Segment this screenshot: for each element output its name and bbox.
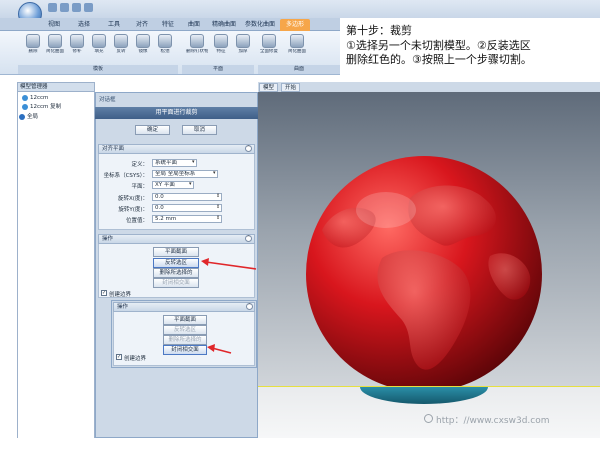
save-icon[interactable] bbox=[48, 3, 57, 12]
full-repair-icon bbox=[262, 34, 276, 48]
watermark-url: http：//www.cxsw3d.com bbox=[436, 416, 550, 426]
delete-selected-button[interactable]: 删除所选择的 bbox=[163, 335, 207, 345]
field-label: 位置值： bbox=[125, 218, 148, 224]
ribbon-group-plane: 平面 bbox=[182, 65, 254, 74]
full-repair-tool[interactable]: 全面修复 bbox=[258, 34, 280, 64]
dropdown-icon[interactable] bbox=[84, 3, 93, 12]
tab-polygons[interactable]: 多边形 bbox=[280, 19, 310, 31]
tree-item-global[interactable]: 全局 bbox=[19, 113, 38, 121]
tutorial-step-line: 删除红色的。③按照上一个步骤切割。 bbox=[346, 53, 532, 66]
delete-tool[interactable]: 删除 bbox=[22, 34, 44, 64]
create-border-label: 创建边界 bbox=[109, 292, 132, 298]
stepper-icon[interactable]: ⇕ bbox=[216, 215, 220, 221]
globe-model[interactable] bbox=[290, 140, 560, 390]
chevron-down-icon: ▾ bbox=[213, 170, 216, 176]
model-icon bbox=[22, 94, 28, 101]
watermark-logo-icon bbox=[424, 414, 433, 423]
invert-selection-button[interactable]: 反转选区 bbox=[163, 325, 207, 335]
create-border-checkbox[interactable]: ✓ bbox=[116, 354, 122, 360]
rotate-y-input[interactable]: 0.0 bbox=[152, 204, 222, 212]
tab-surfaces[interactable]: 曲面 bbox=[182, 19, 206, 31]
tab-view[interactable]: 视图 bbox=[40, 19, 68, 31]
operation-section-header[interactable]: 操作 bbox=[113, 302, 255, 312]
tab-exact-surfaces[interactable]: 精确曲面 bbox=[208, 19, 240, 31]
ribbon-group-surface: 曲面 bbox=[258, 65, 340, 74]
model-manager-tree bbox=[17, 92, 95, 438]
thicken-icon bbox=[236, 34, 250, 48]
fill-icon bbox=[92, 34, 106, 48]
mirror-tool[interactable]: 镜像 bbox=[132, 34, 154, 64]
callout-arrow bbox=[201, 258, 257, 270]
tab-model[interactable]: 模型 bbox=[259, 83, 279, 92]
align-plane-section-header[interactable]: 对齐平面 bbox=[98, 144, 255, 154]
viewport-tab-bar bbox=[258, 82, 600, 92]
field-label: 旋转X(度)： bbox=[117, 196, 148, 202]
dialog-title: 用平面进行裁剪 bbox=[95, 107, 258, 119]
simplify-surface-tool[interactable]: 简化曲面 bbox=[286, 34, 308, 64]
collapse-icon[interactable]: ⌃ bbox=[245, 145, 252, 152]
feature-icon bbox=[214, 34, 228, 48]
repair-tool[interactable]: 修补 bbox=[66, 34, 88, 64]
tutorial-step-title: 第十步：裁剪 bbox=[346, 24, 412, 37]
simplify-icon bbox=[48, 34, 62, 48]
repair-icon bbox=[70, 34, 84, 48]
relax-icon bbox=[158, 34, 172, 48]
invert-selection-button[interactable]: 反转选区 bbox=[153, 258, 199, 268]
relax-tool[interactable]: 松弛 bbox=[154, 34, 176, 64]
globe-icon bbox=[19, 113, 25, 120]
redo-icon[interactable] bbox=[72, 3, 81, 12]
ok-button[interactable]: 确定 bbox=[135, 125, 170, 135]
field-label: 坐标系（CSYS）： bbox=[103, 173, 148, 179]
chevron-down-icon: ▾ bbox=[192, 159, 195, 165]
operation-section-header[interactable]: 操作 bbox=[98, 234, 255, 244]
reverse-icon bbox=[114, 34, 128, 48]
ribbon-group-template: 模板 bbox=[18, 65, 178, 74]
model-manager-header: 模型管理器 bbox=[17, 82, 95, 92]
tab-features[interactable]: 特征 bbox=[156, 19, 180, 31]
simplify-tool[interactable]: 简化曲面 bbox=[44, 34, 66, 64]
tree-item-model[interactable]: 12ccm bbox=[22, 94, 48, 102]
delete-selected-button[interactable]: 删除所选择的 bbox=[153, 268, 199, 278]
stepper-icon[interactable]: ⇕ bbox=[216, 204, 220, 210]
tab-align[interactable]: 对齐 bbox=[130, 19, 154, 31]
spikes-icon bbox=[190, 34, 204, 48]
dialog-label: 对话框 bbox=[99, 97, 116, 103]
csys-select[interactable]: 全局 全局坐标系 bbox=[152, 170, 218, 178]
callout-arrow bbox=[207, 344, 232, 354]
create-border-label: 创建边界 bbox=[124, 356, 147, 362]
undo-icon[interactable] bbox=[60, 3, 69, 12]
plane-select[interactable]: XY 平面 bbox=[152, 181, 194, 189]
definition-select[interactable]: 系统平面 bbox=[152, 159, 197, 167]
reverse-tool[interactable]: 反转 bbox=[110, 34, 132, 64]
feature-tool[interactable]: 特征 bbox=[210, 34, 232, 64]
close-intersection-button[interactable]: 封闭相交面 bbox=[153, 278, 199, 288]
plane-section-button[interactable]: 平面截面 bbox=[153, 247, 199, 257]
tree-item-model-copy[interactable]: 12ccm 复制 bbox=[22, 103, 61, 111]
tab-tools[interactable]: 工具 bbox=[100, 19, 128, 31]
model-icon bbox=[22, 103, 28, 110]
collapse-icon[interactable]: ⌃ bbox=[245, 235, 252, 242]
collapse-icon[interactable]: ⌃ bbox=[246, 303, 253, 310]
plane-section-button[interactable]: 平面截面 bbox=[163, 315, 207, 325]
stepper-icon[interactable]: ⇕ bbox=[216, 193, 220, 199]
simplify-surface-icon bbox=[290, 34, 304, 48]
field-label: 平面： bbox=[131, 184, 148, 190]
create-border-checkbox[interactable]: ✓ bbox=[101, 290, 107, 296]
tab-start[interactable]: 开始 bbox=[281, 83, 301, 92]
tab-parametric-surfaces[interactable]: 参数化曲面 bbox=[242, 19, 278, 31]
field-label: 定义： bbox=[131, 162, 148, 168]
thicken-tool[interactable]: 加厚 bbox=[232, 34, 254, 64]
delete-icon bbox=[26, 34, 40, 48]
mirror-icon bbox=[136, 34, 150, 48]
fill-tool[interactable]: 填充 bbox=[88, 34, 110, 64]
field-label: 旋转Y(度)： bbox=[118, 207, 148, 213]
chevron-down-icon: ▾ bbox=[189, 181, 192, 187]
close-intersection-button[interactable]: 封闭相交面 bbox=[163, 345, 207, 355]
remove-spikes-tool[interactable]: 删除钉状物 bbox=[186, 34, 208, 64]
tab-select[interactable]: 选择 bbox=[70, 19, 98, 31]
cancel-button[interactable]: 取消 bbox=[182, 125, 217, 135]
rotate-x-input[interactable]: 0.0 bbox=[152, 193, 222, 201]
position-input[interactable]: 5.2 mm bbox=[152, 215, 222, 223]
